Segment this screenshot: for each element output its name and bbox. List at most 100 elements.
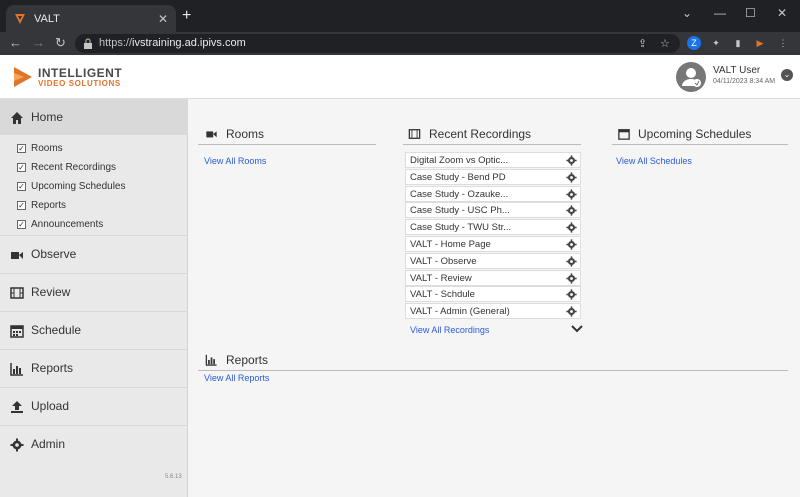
view-all-reports-link[interactable]: View All Reports xyxy=(204,373,269,383)
gear-icon[interactable] xyxy=(566,155,577,166)
sidebar-item-label: Home xyxy=(31,110,64,124)
sidebar-item-reports[interactable]: Reports xyxy=(0,349,188,387)
film-icon xyxy=(408,129,421,139)
valt-favicon-icon xyxy=(15,13,25,24)
share-icon[interactable]: ⇪ xyxy=(638,37,647,50)
recordings-widget-title: Recent Recordings xyxy=(408,127,531,141)
zoom-extension-icon[interactable]: Z xyxy=(687,36,701,50)
recording-row[interactable]: Case Study - Bend PD xyxy=(405,168,581,185)
sidebar-item-label: Schedule xyxy=(31,323,82,337)
extensions-puzzle-icon[interactable]: ✦ xyxy=(709,36,723,50)
recording-row[interactable]: Digital Zoom vs Optic... xyxy=(405,152,581,168)
recording-row[interactable]: VALT - Schdule xyxy=(405,286,581,303)
gear-icon[interactable] xyxy=(566,272,577,284)
home-sub-upcoming-schedules[interactable]: ✓ Upcoming Schedules xyxy=(17,181,126,192)
tab-title: VALT xyxy=(34,12,60,25)
recording-title: Case Study - USC Ph... xyxy=(410,205,510,217)
minimize-button[interactable]: — xyxy=(714,6,726,20)
gear-icon[interactable] xyxy=(566,205,577,216)
sidebar-item-review[interactable]: Review xyxy=(0,273,188,311)
sidebar: Home ✓ Rooms ✓ Recent Recordings ✓ Upcom… xyxy=(0,99,188,497)
rooms-widget-title: Rooms xyxy=(205,127,264,141)
back-icon[interactable]: ← xyxy=(9,36,22,50)
logo-line2: VIDEO SOLUTIONS xyxy=(38,78,121,88)
home-sub-recent-recordings[interactable]: ✓ Recent Recordings xyxy=(17,162,116,173)
side-panel-icon[interactable]: ▮ xyxy=(731,36,745,50)
url-scheme: https:// xyxy=(99,37,133,49)
recording-title: VALT - Schdule xyxy=(410,289,475,301)
view-all-schedules-link[interactable]: View All Schedules xyxy=(616,156,692,166)
recording-title: Case Study - Bend PD xyxy=(410,171,506,183)
upload-icon xyxy=(11,401,23,413)
tab-close-icon[interactable]: ✕ xyxy=(158,12,168,26)
recording-title: Case Study - TWU Str... xyxy=(410,222,512,234)
video-camera-icon xyxy=(11,252,23,259)
url-host: ivstraining.ad.ipivs.com xyxy=(132,37,246,49)
home-sub-label: Rooms xyxy=(31,143,63,154)
tab-search-icon[interactable]: ⌄ xyxy=(682,6,692,20)
calendar-icon xyxy=(10,325,24,338)
user-date: 04/11/2023 8:34 AM xyxy=(713,78,776,85)
reload-icon[interactable]: ↻ xyxy=(55,36,66,50)
home-sub-reports[interactable]: ✓ Reports xyxy=(17,200,66,211)
schedules-title-text: Upcoming Schedules xyxy=(638,127,752,141)
gear-icon[interactable] xyxy=(566,256,577,267)
user-menu-chevron-icon[interactable]: ⌄ xyxy=(781,69,793,81)
sidebar-item-observe[interactable]: Observe xyxy=(0,235,188,273)
gear-icon[interactable] xyxy=(566,289,577,300)
browser-tab[interactable]: VALT ✕ xyxy=(6,5,176,32)
checkbox-checked-icon[interactable]: ✓ xyxy=(17,163,26,172)
video-camera-icon xyxy=(206,131,217,138)
gear-icon[interactable] xyxy=(566,239,577,250)
chevron-down-icon[interactable] xyxy=(571,325,583,333)
recording-row[interactable]: VALT - Home Page xyxy=(405,236,581,252)
recording-row[interactable]: VALT - Review xyxy=(405,269,581,286)
schedules-divider xyxy=(612,144,788,145)
forward-icon[interactable]: → xyxy=(32,36,45,50)
recording-row[interactable]: Case Study - TWU Str... xyxy=(405,219,581,236)
sidebar-item-label: Observe xyxy=(31,247,77,261)
gear-icon[interactable] xyxy=(566,172,577,183)
checkbox-checked-icon[interactable]: ✓ xyxy=(17,220,26,229)
recording-row[interactable]: VALT - Admin (General) xyxy=(405,303,581,320)
lock-icon xyxy=(84,38,92,49)
sidebar-item-admin[interactable]: Admin xyxy=(0,425,188,463)
recording-title: VALT - Review xyxy=(410,272,472,284)
gear-icon[interactable] xyxy=(566,188,577,200)
sidebar-item-home[interactable]: Home xyxy=(0,99,188,135)
maximize-button[interactable]: ☐ xyxy=(745,6,756,20)
home-sub-rooms[interactable]: ✓ Rooms xyxy=(17,143,63,154)
address-bar[interactable]: https://ivstraining.ad.ipivs.com ⇪ ☆ xyxy=(75,34,680,53)
bar-chart-icon xyxy=(10,363,23,376)
checkbox-checked-icon[interactable]: ✓ xyxy=(17,182,26,191)
close-window-button[interactable]: ✕ xyxy=(777,6,787,20)
ivs-logo[interactable]: INTELLIGENT VIDEO SOLUTIONS xyxy=(12,65,122,89)
recording-row[interactable]: VALT - Observe xyxy=(405,252,581,269)
gear-icon[interactable] xyxy=(566,306,577,317)
sidebar-item-upload[interactable]: Upload xyxy=(0,387,188,425)
home-sub-announcements[interactable]: ✓ Announcements xyxy=(17,219,103,230)
ivs-logo-icon xyxy=(14,67,32,87)
home-sub-label: Upcoming Schedules xyxy=(31,181,126,192)
checkbox-checked-icon[interactable]: ✓ xyxy=(17,144,26,153)
logo-text: INTELLIGENT VIDEO SOLUTIONS xyxy=(38,67,122,88)
profile-extension-icon[interactable]: ▶ xyxy=(753,36,767,50)
recording-row[interactable]: Case Study - Ozauke... xyxy=(405,185,581,202)
recordings-divider xyxy=(403,144,581,145)
user-avatar-icon xyxy=(682,68,701,87)
new-tab-button[interactable]: + xyxy=(182,8,191,24)
user-name: VALT User xyxy=(713,65,761,76)
logo-line1: INTELLIGENT xyxy=(38,65,123,80)
page-header: INTELLIGENT VIDEO SOLUTIONS VALT User 04… xyxy=(0,55,800,99)
view-all-recordings-link[interactable]: View All Recordings xyxy=(410,325,489,335)
gear-icon[interactable] xyxy=(566,222,577,233)
user-avatar[interactable] xyxy=(676,62,706,92)
view-all-rooms-link[interactable]: View All Rooms xyxy=(204,156,266,166)
recording-row[interactable]: Case Study - USC Ph... xyxy=(405,202,581,219)
version-label: 5.6.13 xyxy=(165,474,182,480)
recording-title: VALT - Home Page xyxy=(410,239,491,250)
browser-menu-icon[interactable]: ⋮ xyxy=(776,36,790,50)
bookmark-star-icon[interactable]: ☆ xyxy=(660,37,670,50)
checkbox-checked-icon[interactable]: ✓ xyxy=(17,201,26,210)
sidebar-item-schedule[interactable]: Schedule xyxy=(0,311,188,349)
